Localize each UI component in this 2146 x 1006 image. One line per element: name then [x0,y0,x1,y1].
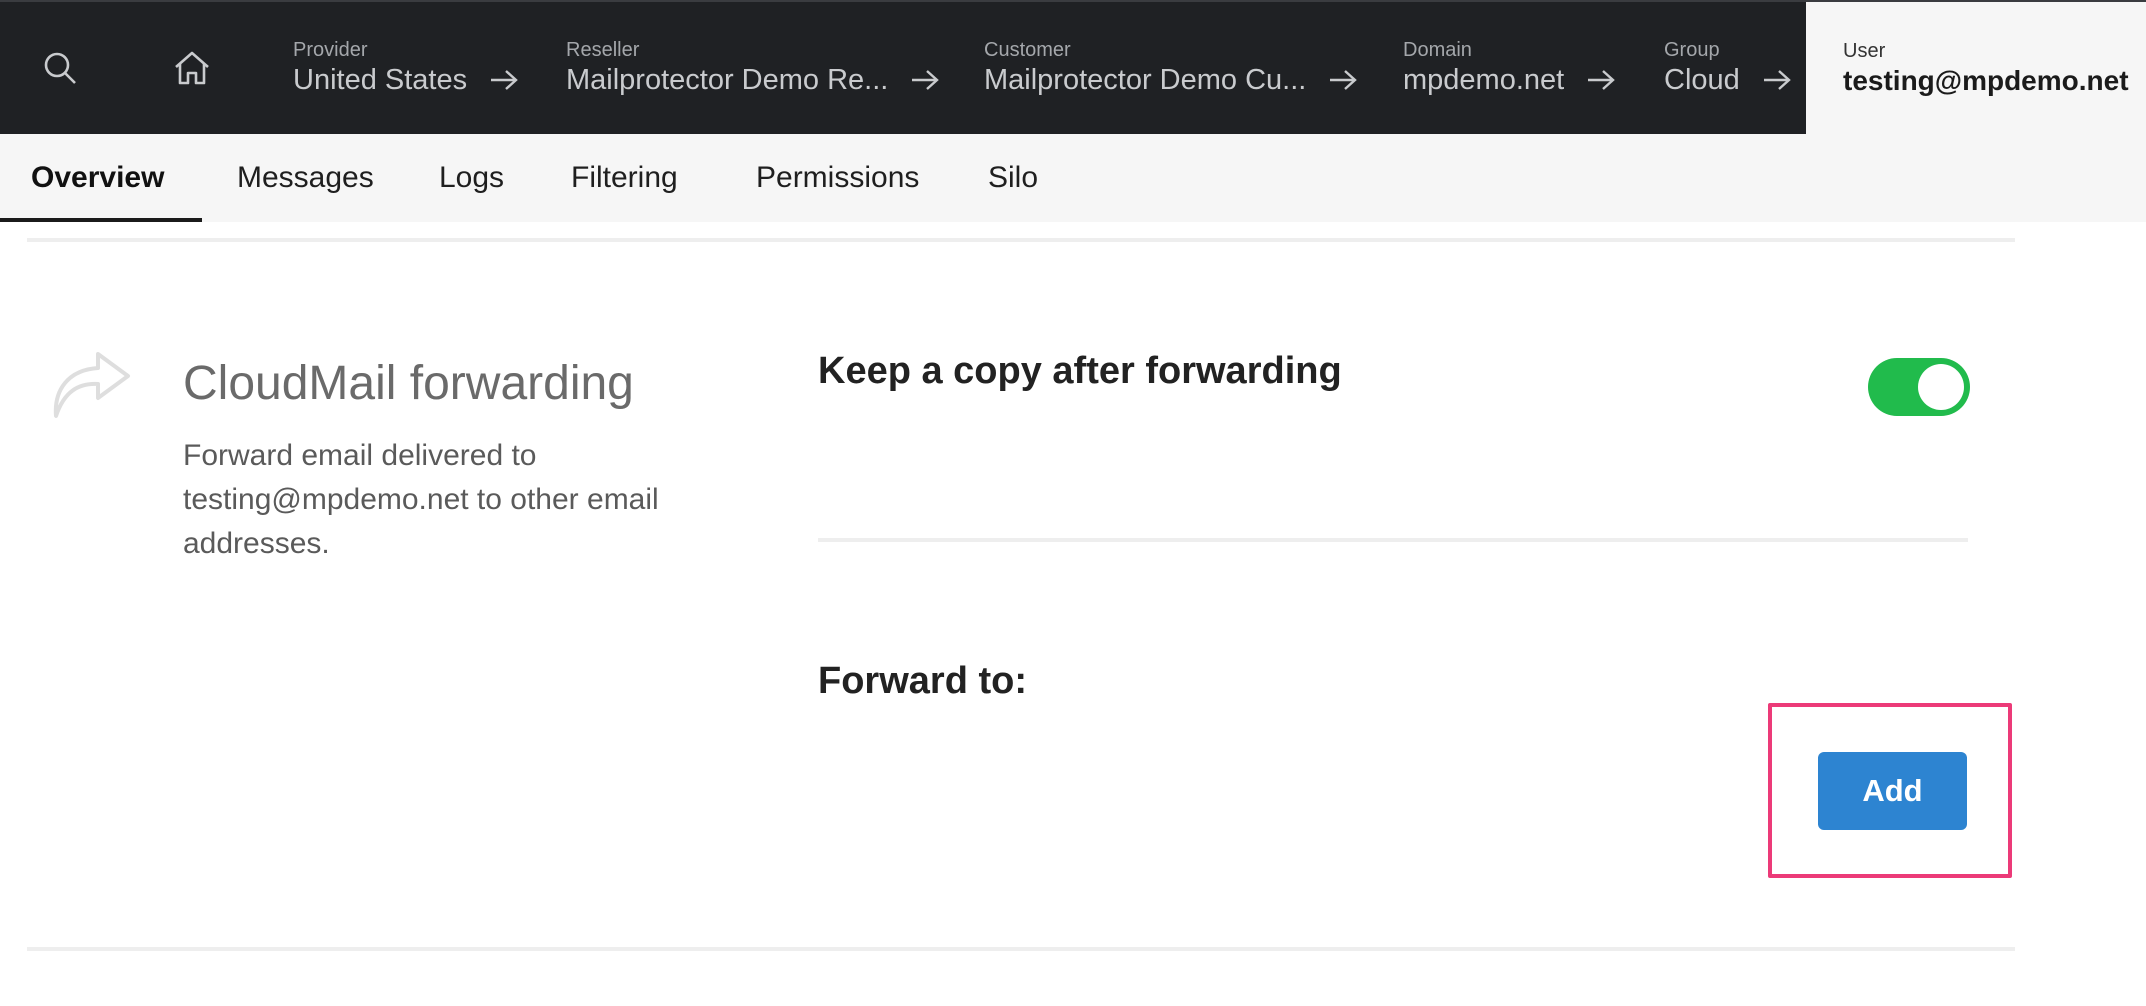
add-button[interactable]: Add [1818,752,1967,830]
tab-bar: Overview Messages Logs Filtering Permiss… [0,134,2146,222]
section-title: CloudMail forwarding [183,357,634,410]
section-divider-top [27,238,2015,242]
search-button[interactable] [0,2,120,134]
active-tab-indicator [0,218,202,222]
breadcrumb-label: Provider [293,39,368,61]
arrow-right-icon [912,70,940,90]
tab-permissions[interactable]: Permissions [756,134,919,222]
tab-filtering[interactable]: Filtering [571,134,678,222]
tab-messages[interactable]: Messages [237,134,374,222]
breadcrumb-value: testing@mpdemo.net [1843,65,2129,96]
home-icon [175,51,209,85]
section-divider-bottom [27,947,2015,951]
breadcrumb-label: Customer [984,39,1071,61]
search-icon [44,52,76,84]
forward-icon [53,352,130,418]
tab-silo[interactable]: Silo [988,134,1038,222]
breadcrumb-provider[interactable]: Provider United States [293,2,519,134]
forward-to-label: Forward to: [818,660,1027,702]
breadcrumb-user[interactable]: User testing@mpdemo.net [1806,2,2146,136]
home-button[interactable] [132,2,252,134]
breadcrumb-value: Cloud [1664,64,1740,96]
tab-logs[interactable]: Logs [439,134,504,222]
breadcrumb-group[interactable]: Group Cloud [1664,2,1792,134]
arrow-right-icon [491,70,518,90]
field-divider [818,538,1968,542]
breadcrumb-label: Group [1664,39,1720,61]
breadcrumb-label: Reseller [566,39,640,61]
keep-copy-toggle[interactable] [1868,358,1970,416]
section-description: Forward email delivered to testing@mpdem… [183,439,659,560]
breadcrumb-label: Domain [1403,39,1472,61]
arrow-right-icon [1588,70,1615,90]
breadcrumb-value: United States [293,64,468,96]
keep-copy-label: Keep a copy after forwarding [818,350,1342,392]
breadcrumb-domain[interactable]: Domain mpdemo.net [1403,2,1616,134]
arrow-right-icon [1330,70,1358,90]
arrow-right-icon [1763,70,1791,90]
top-navbar: Provider United States Reseller Mailprot… [0,0,2146,136]
breadcrumb-customer[interactable]: Customer Mailprotector Demo Cu... [984,2,1358,134]
breadcrumb-label: User [1843,40,1886,62]
tab-overview[interactable]: Overview [31,134,164,222]
breadcrumb-value: mpdemo.net [1403,64,1565,96]
breadcrumb-value: Mailprotector Demo Re... [566,64,889,96]
toggle-knob [1918,364,1964,410]
breadcrumb-reseller[interactable]: Reseller Mailprotector Demo Re... [566,2,940,134]
breadcrumb-value: Mailprotector Demo Cu... [984,64,1307,96]
